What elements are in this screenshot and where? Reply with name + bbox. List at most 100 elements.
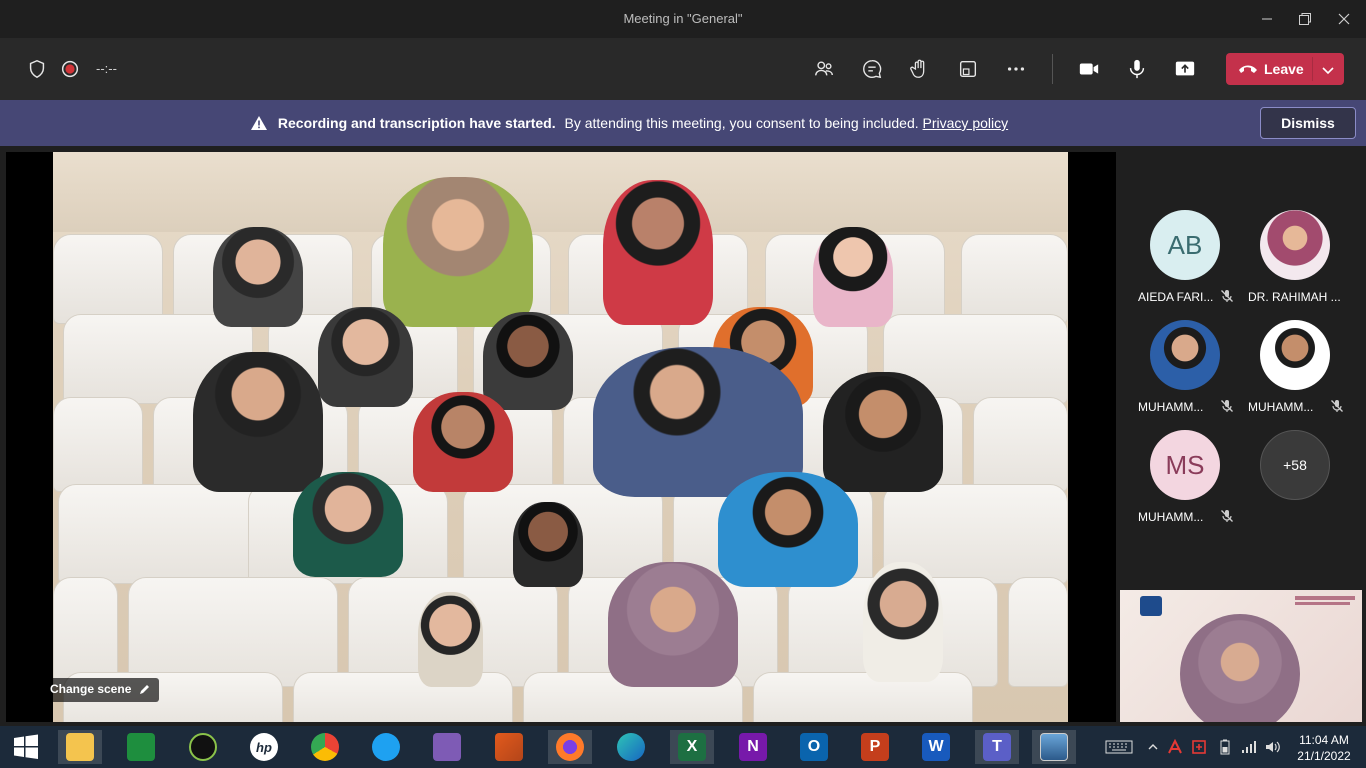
toolbar-divider — [1052, 54, 1053, 84]
volume-icon[interactable] — [1264, 739, 1282, 755]
acrobat-icon[interactable] — [1166, 739, 1184, 755]
participant-video — [413, 392, 513, 492]
file-explorer-icon[interactable] — [58, 730, 102, 764]
raise-hand-icon[interactable] — [907, 57, 933, 81]
more-participants-tile[interactable]: +58 — [1228, 430, 1338, 530]
participant-name: DR. RAHIMAH ... — [1248, 290, 1341, 304]
powerpoint-icon[interactable]: P — [853, 730, 897, 764]
leave-button[interactable]: Leave — [1226, 53, 1344, 85]
change-scene-button[interactable]: Change scene — [42, 678, 159, 702]
participant-tile[interactable]: MUHAMM... — [1228, 320, 1343, 420]
title-bar: Meeting in "General" — [0, 0, 1366, 38]
participant-tile[interactable]: DR. RAHIMAH ... — [1228, 210, 1341, 310]
slide-header-decoration — [1295, 596, 1355, 600]
photos-icon[interactable] — [1032, 730, 1076, 764]
security-icon[interactable] — [1190, 739, 1208, 755]
avatar — [1260, 320, 1330, 390]
excel-icon[interactable]: X — [670, 730, 714, 764]
participant-video — [293, 472, 403, 577]
record-icon — [57, 57, 83, 81]
chevron-up-icon[interactable] — [1144, 739, 1162, 755]
hp-icon[interactable]: hp — [242, 730, 286, 764]
participant-name: MUHAMM... — [1138, 400, 1204, 414]
shield-icon[interactable] — [24, 57, 50, 81]
seat — [973, 397, 1068, 492]
participant-video — [718, 472, 858, 587]
chat-icon[interactable] — [859, 57, 885, 81]
overflow-count[interactable]: +58 — [1260, 430, 1330, 500]
internet-explorer-icon[interactable] — [364, 730, 408, 764]
scene-wall — [53, 152, 1068, 232]
dismiss-button[interactable]: Dismiss — [1260, 107, 1356, 139]
teams-icon[interactable]: T — [975, 730, 1019, 764]
participant-video — [603, 180, 713, 325]
participant-video — [863, 562, 943, 682]
clock-date: 21/1/2022 — [1297, 749, 1351, 763]
matlab-icon[interactable] — [487, 730, 531, 764]
warning-icon — [250, 115, 268, 134]
participant-video — [418, 592, 483, 687]
avatar: MS — [1150, 430, 1220, 500]
seat — [58, 484, 258, 584]
change-scene-label: Change scene — [50, 682, 132, 696]
onenote-icon[interactable]: N — [731, 730, 775, 764]
windows-taskbar: hp X N O P W T 11:04 AM 21/1/2022 — [0, 726, 1366, 768]
meeting-timer: --:-- — [96, 61, 117, 76]
taskbar-clock[interactable]: 11:04 AM 21/1/2022 — [1294, 732, 1354, 764]
chrome-icon[interactable] — [303, 730, 347, 764]
participant-video — [823, 372, 943, 492]
self-video-person — [1180, 614, 1300, 722]
edge-icon[interactable] — [609, 730, 653, 764]
recording-banner: Recording and transcription have started… — [0, 100, 1366, 146]
university-logo — [1140, 596, 1162, 616]
firefox-icon[interactable] — [548, 730, 592, 764]
camera-icon[interactable] — [1076, 57, 1102, 81]
chevron-down-icon[interactable] — [1321, 63, 1335, 79]
seat — [53, 577, 118, 687]
restore-icon[interactable] — [1290, 6, 1320, 32]
banner-text: By attending this meeting, you consent t… — [564, 115, 919, 131]
participant-video — [813, 227, 893, 327]
battery-icon[interactable] — [1216, 739, 1234, 755]
phone-icon — [1238, 62, 1258, 79]
more-icon[interactable] — [1003, 57, 1029, 81]
store-icon[interactable] — [119, 730, 163, 764]
banner-bold-text: Recording and transcription have started… — [277, 115, 556, 131]
people-icon[interactable] — [811, 57, 837, 81]
mic-icon[interactable] — [1124, 57, 1150, 81]
leave-divider — [1312, 57, 1313, 81]
keyboard-icon[interactable] — [1104, 739, 1134, 755]
privacy-policy-link[interactable]: Privacy policy — [923, 115, 1009, 131]
rooms-icon[interactable] — [955, 57, 981, 81]
participant-video — [213, 227, 303, 327]
meeting-stage: Change scene — [6, 152, 1116, 722]
close-icon[interactable] — [1329, 6, 1359, 32]
seat — [128, 577, 338, 687]
word-icon[interactable]: W — [914, 730, 958, 764]
participant-tile[interactable]: AB AIEDA FARI... — [1118, 210, 1233, 310]
participant-name: MUHAMM... — [1248, 400, 1314, 414]
participant-name: MUHAMM... — [1138, 510, 1204, 524]
avatar-initials: MS — [1165, 449, 1205, 480]
participant-video — [608, 562, 738, 687]
slide-header-decoration — [1295, 602, 1350, 605]
participant-video — [483, 312, 573, 410]
seat — [53, 397, 143, 492]
avatar: AB — [1150, 210, 1220, 280]
leave-label: Leave — [1264, 61, 1304, 77]
share-icon[interactable] — [1172, 57, 1198, 81]
participant-video — [193, 352, 323, 492]
clock-time: 11:04 AM — [1299, 733, 1349, 747]
avatar — [1150, 320, 1220, 390]
outlook-icon[interactable]: O — [792, 730, 836, 764]
pencil-icon — [139, 683, 151, 698]
windows-start-icon[interactable] — [4, 730, 48, 764]
visual-studio-icon[interactable] — [425, 730, 469, 764]
participant-video — [513, 502, 583, 587]
seat — [53, 234, 163, 324]
wifi-icon[interactable] — [1240, 739, 1258, 755]
minimize-icon[interactable] — [1252, 6, 1282, 32]
webcam-icon[interactable] — [181, 730, 225, 764]
participant-tile[interactable]: MUHAMM... — [1118, 320, 1233, 420]
participant-tile[interactable]: MS MUHAMM... — [1118, 430, 1233, 530]
